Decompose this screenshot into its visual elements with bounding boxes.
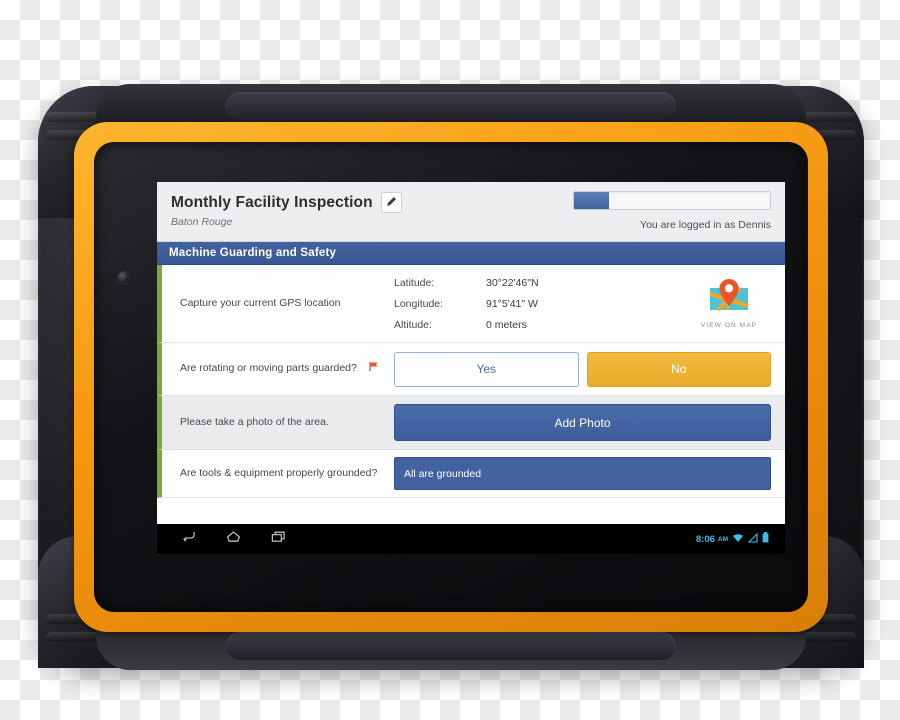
tablet-screen: Monthly Facility Inspection Baton Rouge <box>157 182 785 554</box>
logged-in-status: You are logged in as Dennis <box>640 219 771 231</box>
gps-fields: Latitude: 30°22'46"N Longitude: 91°5'41"… <box>394 277 673 331</box>
progress-fill <box>574 192 610 209</box>
clock-time: 8:06 <box>695 533 715 545</box>
gps-longitude-value: 91°5'41" W <box>486 297 538 310</box>
gps-latitude: Latitude: 30°22'46"N <box>394 277 673 289</box>
form-row-gps[interactable]: Capture your current GPS location Latitu… <box>157 265 785 343</box>
nav-key-group <box>157 529 288 549</box>
screen-bezel: Monthly Facility Inspection Baton Rouge <box>94 142 808 612</box>
flag-icon <box>368 362 379 375</box>
grounded-answer-field[interactable]: All are grounded <box>394 457 771 490</box>
gps-longitude: Longitude: 91°5'41" W <box>394 298 673 310</box>
form-row-grounded[interactable]: Are tools & equipment properly grounded?… <box>157 450 785 498</box>
option-yes-button[interactable]: Yes <box>394 351 579 387</box>
row-label-parts-guarded: Are rotating or moving parts guarded? <box>162 361 394 376</box>
app-header: Monthly Facility Inspection Baton Rouge <box>157 182 785 242</box>
gps-latitude-key: Latitude: <box>394 276 435 289</box>
row-label-photo: Please take a photo of the area. <box>180 416 329 429</box>
home-icon[interactable] <box>224 529 243 549</box>
section-header: Machine Guarding and Safety <box>157 242 785 265</box>
option-no-button[interactable]: No <box>586 351 771 387</box>
view-on-map-label: VIEW ON MAP <box>700 321 758 329</box>
tablet-device: Monthly Facility Inspection Baton Rouge <box>38 84 864 670</box>
back-icon[interactable] <box>179 529 198 549</box>
add-photo-button[interactable]: Add Photo <box>394 404 771 441</box>
row-label-grounded: Are tools & equipment properly grounded? <box>180 467 378 480</box>
form-row-photo[interactable]: Please take a photo of the area. Add Pho… <box>157 396 785 450</box>
gps-longitude-key: Longitude: <box>394 297 444 310</box>
row-label-gps: Capture your current GPS location <box>180 297 341 310</box>
view-on-map-button[interactable]: VIEW ON MAP <box>673 278 785 329</box>
map-pin-icon <box>706 278 752 320</box>
orange-bezel: Monthly Facility Inspection Baton Rouge <box>74 122 828 632</box>
pencil-icon <box>386 194 397 212</box>
gps-latitude-value: 30°22'46"N <box>486 276 539 289</box>
recents-icon[interactable] <box>269 529 288 549</box>
gps-altitude-value: 0 meters <box>486 318 527 331</box>
signal-icon <box>747 530 758 548</box>
android-nav-bar: 8:06 AM <box>157 524 785 554</box>
battery-icon <box>762 530 769 548</box>
completion-progress <box>573 191 771 210</box>
clock-ampm: AM <box>717 535 728 543</box>
yes-no-group: Yes No <box>394 351 785 387</box>
form-row-parts-guarded[interactable]: Are rotating or moving parts guarded? Ye… <box>157 343 785 396</box>
page-title: Monthly Facility Inspection <box>171 193 373 211</box>
edit-title-button[interactable] <box>380 192 402 213</box>
status-tray: 8:06 AM <box>696 530 785 548</box>
gps-altitude-key: Altitude: <box>394 318 432 331</box>
row-label-text: Are rotating or moving parts guarded? <box>180 362 357 375</box>
front-camera <box>118 272 129 283</box>
wifi-icon <box>732 530 744 548</box>
gps-altitude: Altitude: 0 meters <box>394 319 673 331</box>
